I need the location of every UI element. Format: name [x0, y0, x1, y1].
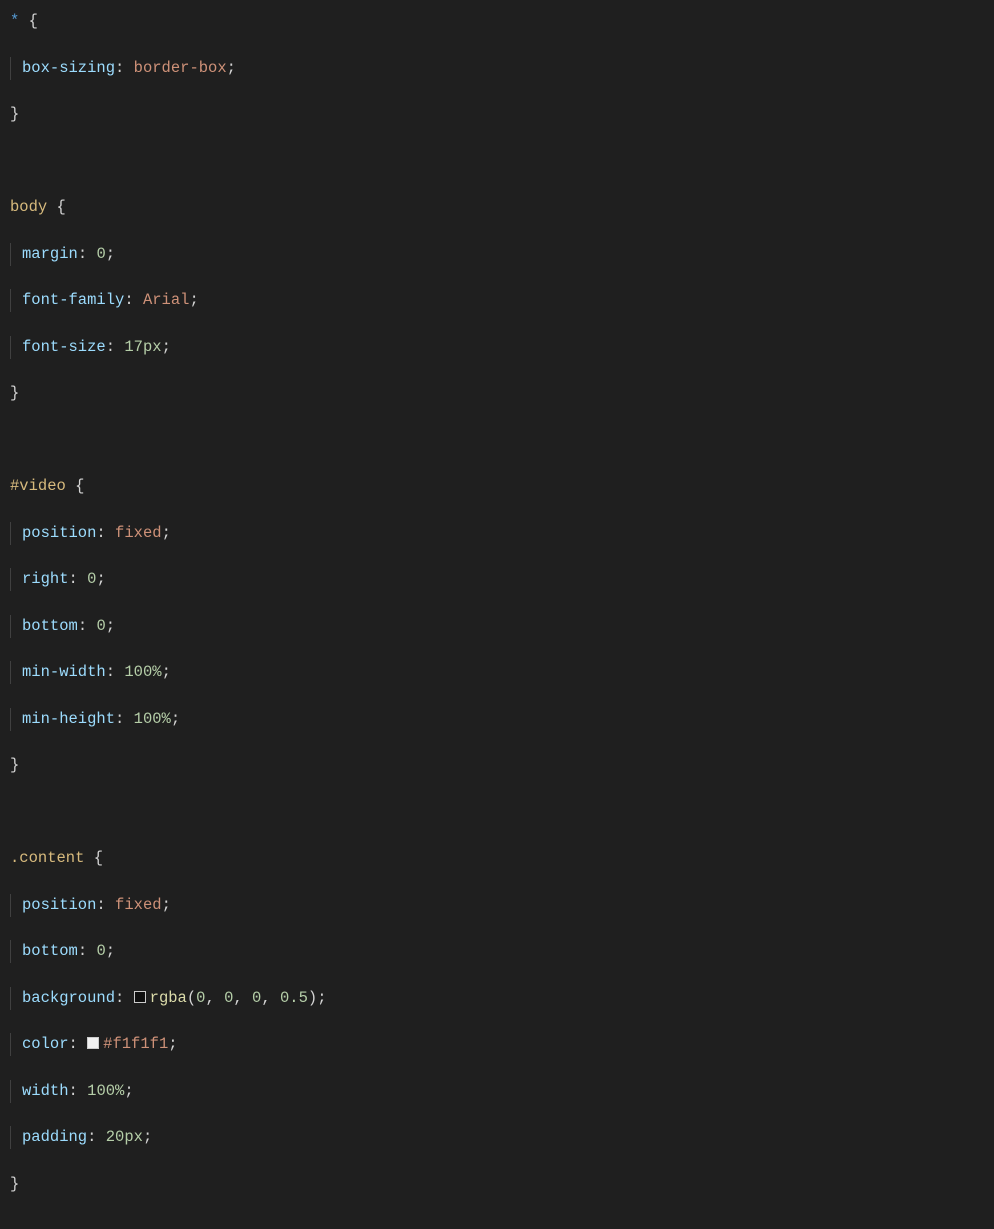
css-value: 0: [96, 617, 105, 635]
css-property: min-width: [22, 663, 106, 681]
indent-guide: background: rgba(0, 0, 0, 0.5);: [10, 987, 327, 1010]
css-property: bottom: [22, 617, 78, 635]
code-editor[interactable]: * { box-sizing: border-box; } body { mar…: [0, 10, 994, 1219]
indent-guide: padding: 20px;: [10, 1126, 152, 1149]
css-property: position: [22, 896, 96, 914]
css-value: rgba: [150, 989, 187, 1007]
indent-guide: font-size: 17px;: [10, 336, 171, 359]
close-brace: }: [10, 1175, 19, 1193]
css-property: font-size: [22, 338, 106, 356]
css-property: min-height: [22, 710, 115, 728]
indent-guide: bottom: 0;: [10, 940, 115, 963]
css-selector: .content: [10, 849, 84, 867]
close-brace: }: [10, 756, 19, 774]
css-property: right: [22, 570, 69, 588]
css-value: border-box: [134, 59, 227, 77]
css-value: Arial: [143, 291, 190, 309]
css-value: 100%: [134, 710, 171, 728]
css-value: fixed: [115, 896, 162, 914]
css-property: box-sizing: [22, 59, 115, 77]
css-value: #f1f1f1: [103, 1035, 168, 1053]
indent-guide: min-height: 100%;: [10, 708, 180, 731]
indent-guide: bottom: 0;: [10, 615, 115, 638]
css-value: fixed: [115, 524, 162, 542]
open-brace: {: [94, 849, 103, 867]
css-selector: #video: [10, 477, 66, 495]
indent-guide: margin: 0;: [10, 243, 115, 266]
css-property: color: [22, 1035, 69, 1053]
indent-guide: box-sizing: border-box;: [10, 57, 236, 80]
css-value: 100%: [124, 663, 161, 681]
indent-guide: right: 0;: [10, 568, 106, 591]
css-value: 0: [96, 245, 105, 263]
indent-guide: position: fixed;: [10, 894, 171, 917]
css-value: 17px: [124, 338, 161, 356]
indent-guide: position: fixed;: [10, 522, 171, 545]
css-property: margin: [22, 245, 78, 263]
css-property: font-family: [22, 291, 124, 309]
css-value: 20px: [106, 1128, 143, 1146]
css-selector: *: [10, 12, 19, 30]
css-property: position: [22, 524, 96, 542]
indent-guide: color: #f1f1f1;: [10, 1033, 178, 1056]
css-property: bottom: [22, 942, 78, 960]
css-property: padding: [22, 1128, 87, 1146]
color-swatch-icon[interactable]: [87, 1037, 99, 1049]
open-brace: {: [57, 198, 66, 216]
indent-guide: min-width: 100%;: [10, 661, 171, 684]
indent-guide: width: 100%;: [10, 1080, 134, 1103]
open-brace: {: [29, 12, 38, 30]
indent-guide: font-family: Arial;: [10, 289, 199, 312]
css-value: 0: [96, 942, 105, 960]
css-selector: body: [10, 198, 47, 216]
color-swatch-icon[interactable]: [134, 991, 146, 1003]
close-brace: }: [10, 105, 19, 123]
close-brace: }: [10, 384, 19, 402]
css-value: 100%: [87, 1082, 124, 1100]
open-brace: {: [75, 477, 84, 495]
css-property: width: [22, 1082, 69, 1100]
css-property: background: [22, 989, 115, 1007]
